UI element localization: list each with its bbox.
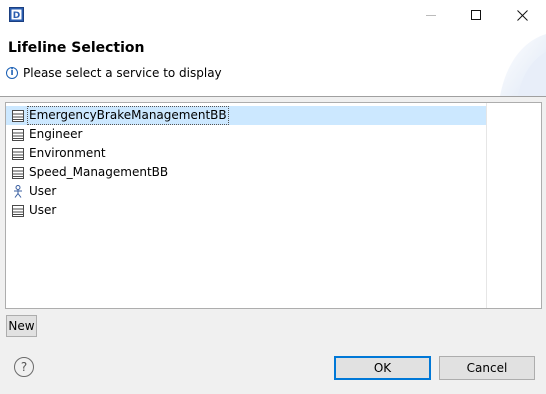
list-item[interactable]: User bbox=[6, 201, 486, 220]
list-item-label: User bbox=[29, 184, 57, 198]
list-item[interactable]: Engineer bbox=[6, 125, 486, 144]
actor-icon bbox=[11, 185, 25, 199]
minimize-button[interactable] bbox=[408, 0, 454, 30]
title-bar[interactable]: D bbox=[0, 0, 546, 30]
ok-button[interactable]: OK bbox=[334, 356, 431, 380]
component-icon bbox=[11, 204, 25, 218]
close-button[interactable] bbox=[499, 0, 545, 30]
maximize-button[interactable] bbox=[453, 0, 499, 30]
list-item[interactable]: EmergencyBrakeManagementBB bbox=[6, 106, 486, 125]
close-icon bbox=[516, 9, 528, 21]
list-item-label: User bbox=[29, 203, 57, 217]
service-list[interactable]: EmergencyBrakeManagementBB Engineer Envi… bbox=[5, 102, 542, 309]
minimize-icon bbox=[426, 15, 436, 16]
component-icon bbox=[11, 166, 25, 180]
list-item-label: Engineer bbox=[29, 127, 83, 141]
header-separator bbox=[0, 96, 546, 97]
help-icon[interactable]: ? bbox=[14, 357, 34, 377]
component-icon bbox=[11, 109, 25, 123]
svg-text:D: D bbox=[13, 11, 20, 21]
dialog-header: Lifeline Selection i Please select a ser… bbox=[0, 30, 546, 96]
dialog-message: i Please select a service to display bbox=[6, 66, 222, 80]
list-item[interactable]: Environment bbox=[6, 144, 486, 163]
list-column-divider bbox=[486, 103, 487, 308]
dialog-message-text: Please select a service to display bbox=[23, 66, 222, 80]
dialog-title: Lifeline Selection bbox=[8, 40, 145, 56]
d-app-icon: D bbox=[9, 7, 24, 22]
info-icon: i bbox=[6, 67, 18, 79]
list-item-label: Speed_ManagementBB bbox=[29, 165, 169, 179]
list-item[interactable]: User bbox=[6, 182, 486, 201]
list-item-label: Environment bbox=[29, 146, 106, 160]
lifeline-selection-dialog: D Lifeline Selection i Please select a s… bbox=[0, 0, 546, 394]
component-icon bbox=[11, 128, 25, 142]
component-icon bbox=[11, 147, 25, 161]
list-item-label: EmergencyBrakeManagementBB bbox=[27, 106, 229, 125]
cancel-button[interactable]: Cancel bbox=[439, 356, 535, 380]
list-item[interactable]: Speed_ManagementBB bbox=[6, 163, 486, 182]
maximize-icon bbox=[471, 10, 481, 20]
header-banner-graphic bbox=[500, 34, 546, 96]
new-button[interactable]: New bbox=[6, 315, 37, 337]
